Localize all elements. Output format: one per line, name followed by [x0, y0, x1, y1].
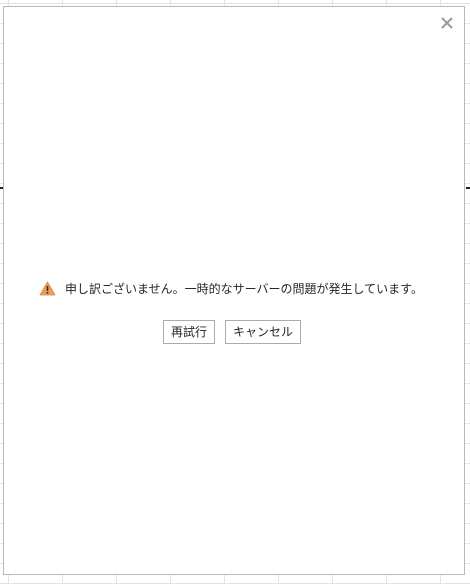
- spreadsheet-background: { "dialog": { "close_icon": "close-icon"…: [0, 0, 470, 584]
- dialog-buttons: 再試行 キャンセル: [4, 320, 464, 344]
- row-marker-right: [466, 187, 470, 189]
- close-button[interactable]: [439, 15, 455, 31]
- error-message: 申し訳ございません。一時的なサーバーの問題が発生しています。: [65, 282, 423, 296]
- close-icon: [441, 17, 453, 29]
- error-dialog: 申し訳ございません。一時的なサーバーの問題が発生しています。 再試行 キャンセル: [3, 6, 465, 575]
- error-message-row: 申し訳ございません。一時的なサーバーの問題が発生しています。: [4, 280, 464, 297]
- cancel-button[interactable]: キャンセル: [225, 320, 302, 344]
- retry-button[interactable]: 再試行: [162, 320, 215, 344]
- warning-icon: [39, 281, 56, 296]
